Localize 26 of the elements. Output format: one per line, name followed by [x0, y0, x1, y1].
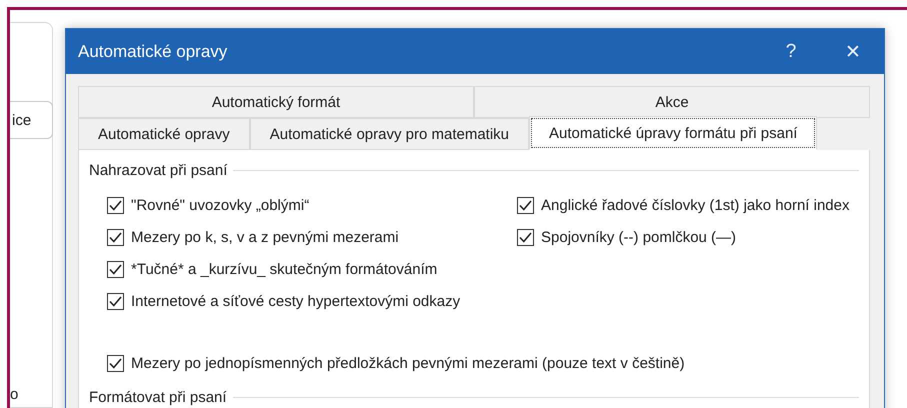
group-title: Formátovat při psaní [89, 389, 227, 406]
checkbox[interactable] [107, 354, 124, 372]
checkbox-label: Mezery po k, s, v a z pevnými mezerami [131, 228, 399, 246]
checkbox[interactable] [107, 228, 124, 246]
tab[interactable]: Automatické opravy pro matematiku [250, 118, 530, 150]
checkbox[interactable] [107, 292, 124, 310]
background-button[interactable]: ice [10, 101, 53, 139]
tab[interactable]: Automatické opravy [78, 118, 250, 150]
tab[interactable]: Akce [474, 86, 870, 118]
checkbox-label: Mezery po jednopísmenných předložkách pevnými mezerami (pouze text v češtině) [131, 354, 685, 372]
checkbox[interactable] [107, 260, 124, 278]
tab[interactable]: Automatický formát [78, 86, 474, 118]
background-text: o [10, 386, 18, 403]
checkbox-label: *Tučné* a _kurzívu_ skutečným formátováním [131, 260, 438, 278]
window-title: Automatické opravy [78, 42, 228, 62]
checkbox-label: "Rovné" uvozovky „oblými“ [131, 196, 310, 214]
tab[interactable]: Automatické úpravy formátu při psaní [529, 116, 818, 150]
help-button[interactable]: ? [760, 29, 822, 74]
close-button[interactable]: ✕ [822, 29, 884, 74]
checkbox-label: Spojovníky (--) pomlčkou (—) [541, 228, 736, 246]
checkbox-label: Internetové a síťové cesty hypertextovými odkazy [131, 292, 460, 310]
checkbox[interactable] [517, 228, 534, 246]
group-title: Nahrazovat při psaní [89, 162, 228, 179]
checkbox[interactable] [517, 196, 534, 214]
checkbox-label: Anglické řadové číslovky (1st) jako horní index [541, 196, 850, 214]
checkbox[interactable] [107, 196, 124, 214]
